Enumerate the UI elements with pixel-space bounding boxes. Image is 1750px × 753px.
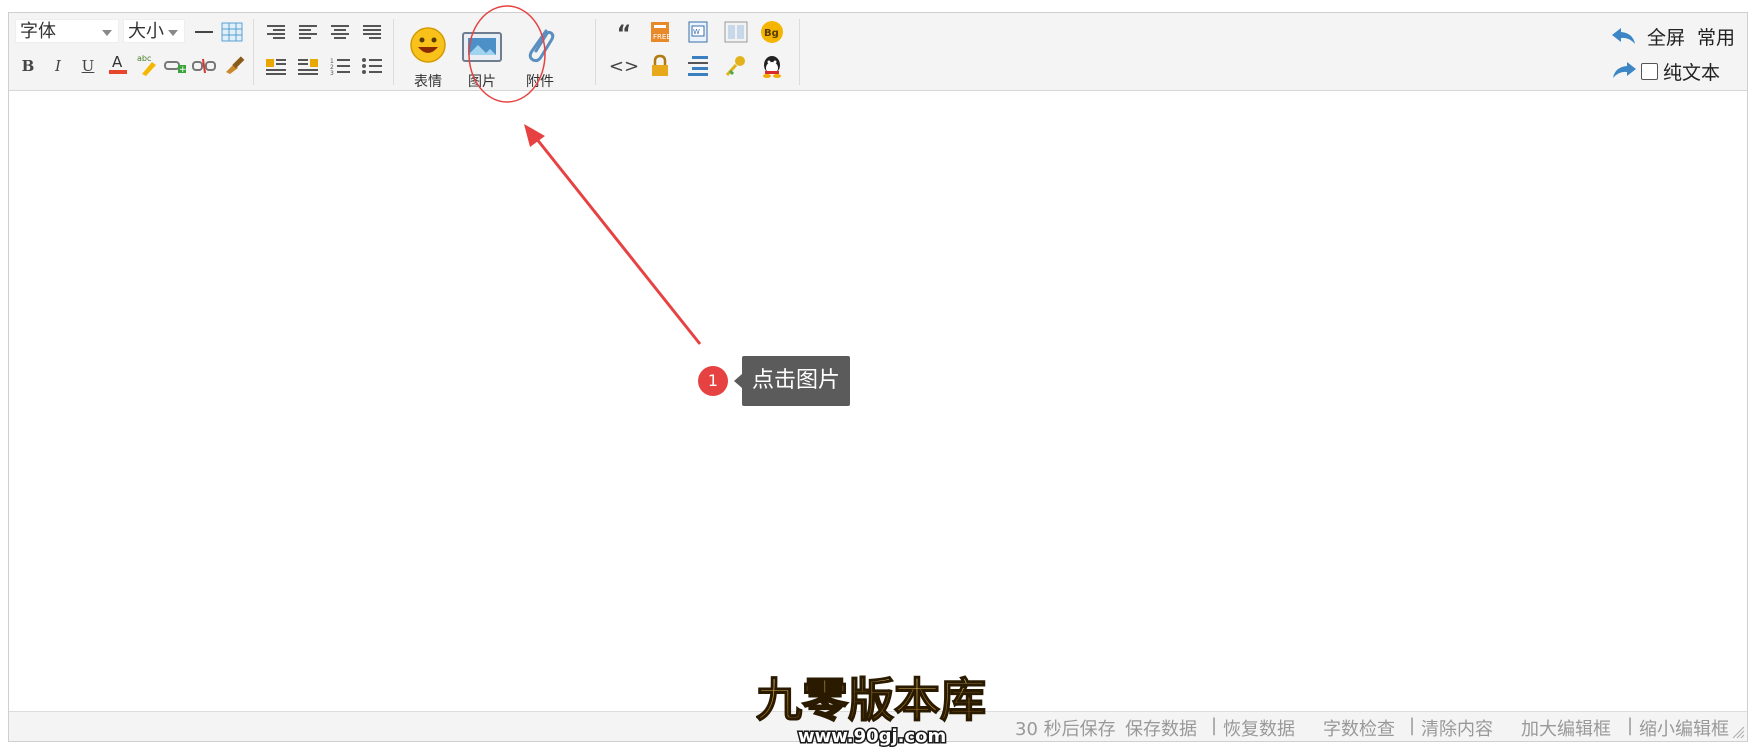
watermark-url: www.90gj.com bbox=[798, 726, 946, 747]
callout-tooltip: 点击图片 bbox=[733, 356, 851, 406]
step-badge: 1 bbox=[698, 366, 728, 396]
watermark-title: 九零版本库 bbox=[756, 673, 986, 727]
annotation-overlay bbox=[468, 5, 702, 345]
watermark-logo: 九零版本库 www.90gj.com bbox=[756, 672, 987, 748]
pointer-arrow-line bbox=[534, 137, 702, 345]
highlight-circle bbox=[468, 5, 546, 103]
